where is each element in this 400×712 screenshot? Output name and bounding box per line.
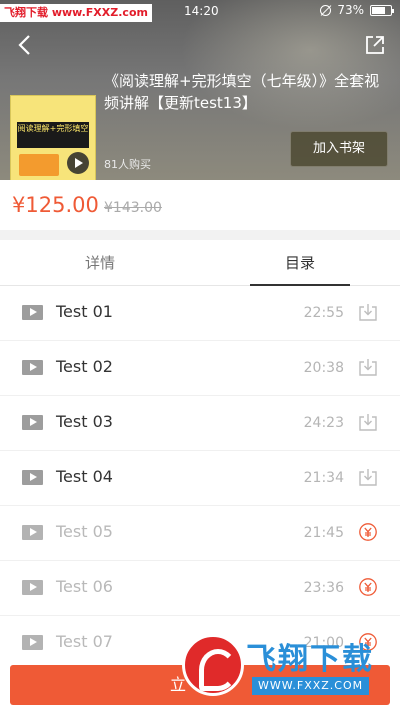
original-price: ¥143.00: [104, 200, 162, 216]
cover-top-text: [17, 100, 91, 118]
video-play-icon: [22, 415, 43, 430]
yuan-purchase-icon[interactable]: [358, 522, 378, 542]
status-time: 14:20: [184, 4, 219, 18]
video-play-icon: [22, 525, 43, 540]
back-button[interactable]: [12, 32, 38, 58]
mute-icon: [320, 4, 332, 16]
status-bar: 飞翔下载 www.FXXZ.com 14:20 73%: [0, 0, 400, 24]
price-row: ¥125.00 ¥143.00: [0, 180, 400, 230]
current-price: ¥125.00: [12, 193, 99, 217]
video-play-icon: [22, 360, 43, 375]
course-header: 飞翔下载 www.FXXZ.com 14:20 73% 阅读理解+完形填空 《阅…: [0, 0, 400, 180]
download-icon[interactable]: [358, 412, 378, 432]
list-item[interactable]: Test 04 21:34: [0, 451, 400, 506]
lesson-title: Test 04: [56, 467, 113, 486]
video-play-icon: [22, 635, 43, 650]
list-item[interactable]: Test 06 23:36: [0, 561, 400, 616]
tab-details[interactable]: 详情: [0, 240, 200, 286]
list-item[interactable]: Test 05 21:45: [0, 506, 400, 561]
yuan-purchase-icon[interactable]: [358, 577, 378, 597]
buyer-count: 81人购买: [104, 158, 151, 171]
lesson-duration: 21:45: [303, 525, 344, 541]
download-icon[interactable]: [358, 467, 378, 487]
video-play-icon: [22, 580, 43, 595]
catalog-list: Test 01 22:55 Test 02 20:38 Test 03 24:2…: [0, 286, 400, 671]
watermark-url: WWW.FXXZ.COM: [252, 677, 370, 695]
cover-decoration: [19, 154, 59, 176]
lesson-duration: 22:55: [303, 305, 344, 321]
download-icon[interactable]: [358, 357, 378, 377]
battery-percent: 73%: [337, 3, 364, 17]
share-icon: [366, 36, 384, 54]
lesson-duration: 23:36: [303, 580, 344, 596]
list-item[interactable]: Test 03 24:23: [0, 396, 400, 451]
video-play-icon: [22, 305, 43, 320]
add-to-shelf-button[interactable]: 加入书架: [290, 131, 388, 167]
lesson-title: Test 01: [56, 302, 113, 321]
course-detail-page: 飞翔下载 www.FXXZ.com 14:20 73% 阅读理解+完形填空 《阅…: [0, 0, 400, 712]
section-divider: [0, 230, 400, 240]
lesson-title: Test 03: [56, 412, 113, 431]
chevron-left-icon: [18, 35, 30, 55]
lesson-title: Test 02: [56, 357, 113, 376]
tab-bar: 详情 目录: [0, 240, 400, 286]
lesson-duration: 24:23: [303, 415, 344, 431]
watermark-logo: 飞翔下载 WWW.FXXZ.COM: [182, 632, 396, 708]
course-cover[interactable]: 阅读理解+完形填空: [10, 95, 96, 180]
lesson-duration: 21:34: [303, 470, 344, 486]
download-icon[interactable]: [358, 302, 378, 322]
lesson-title: Test 06: [56, 577, 113, 596]
lesson-title: Test 07: [56, 632, 113, 651]
list-item[interactable]: Test 01 22:55: [0, 286, 400, 341]
video-play-icon: [22, 470, 43, 485]
course-title: 《阅读理解+完形填空（七年级）》全套视频讲解【更新test13】: [104, 72, 380, 112]
watermark-text: 飞翔下载: [246, 642, 374, 677]
status-indicators: 73%: [320, 3, 394, 17]
battery-icon: [370, 4, 394, 16]
top-watermark: 飞翔下载 www.FXXZ.com: [0, 4, 152, 22]
lesson-title: Test 05: [56, 522, 113, 541]
list-item[interactable]: Test 02 20:38: [0, 341, 400, 396]
cover-title: 阅读理解+完形填空: [17, 122, 89, 148]
tab-catalog[interactable]: 目录: [200, 240, 400, 286]
battery-level: [372, 6, 386, 14]
play-icon[interactable]: [67, 152, 89, 174]
share-button[interactable]: [364, 34, 386, 56]
lesson-duration: 20:38: [303, 360, 344, 376]
watermark-emblem: [182, 634, 244, 696]
